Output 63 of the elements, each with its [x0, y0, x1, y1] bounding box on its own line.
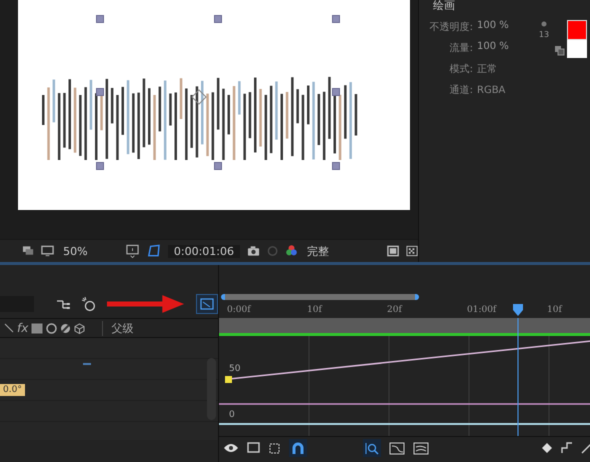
- mask-outline-icon[interactable]: [146, 243, 161, 259]
- brush-size-text: 13: [538, 30, 550, 39]
- transform-handle-icon[interactable]: [96, 14, 104, 23]
- half-circle-icon[interactable]: [60, 322, 72, 334]
- zoom-icon: [365, 442, 379, 454]
- graph-editor-button[interactable]: [196, 294, 218, 314]
- light-3d-icon[interactable]: [81, 296, 98, 312]
- ruler-label: 20f: [387, 305, 402, 315]
- camera-icon[interactable]: [247, 245, 260, 257]
- transform-handle-icon[interactable]: [214, 14, 222, 23]
- mode-dropdown[interactable]: 正常: [477, 62, 527, 76]
- window-icon[interactable]: [386, 245, 399, 257]
- snap-button[interactable]: [289, 439, 307, 457]
- fit-graph-icon[interactable]: [389, 442, 405, 454]
- transform-handle-icon[interactable]: [214, 162, 222, 170]
- color-swatch[interactable]: [567, 40, 587, 58]
- eye-icon[interactable]: [223, 442, 239, 454]
- hold-keyframe-icon[interactable]: [561, 442, 573, 454]
- transform-handle-icon[interactable]: [332, 88, 340, 96]
- motion-blur-icon[interactable]: [4, 323, 14, 333]
- opacity-label: 不透明度:: [428, 20, 473, 34]
- mode-label: 模式:: [448, 62, 473, 76]
- timecode-text[interactable]: 0:00:01:06: [168, 244, 240, 258]
- effects-column-label[interactable]: fx: [17, 321, 28, 335]
- hierarchy-icon[interactable]: [56, 298, 72, 310]
- adjustment-layer-icon[interactable]: [31, 322, 44, 334]
- magnet-icon: [292, 442, 304, 454]
- graph-editor-icon: [200, 298, 214, 310]
- ruler-label: 10f: [547, 305, 562, 315]
- transform-handle-icon[interactable]: [96, 88, 104, 96]
- fit-all-icon[interactable]: [413, 442, 429, 454]
- ruler-label: 0:00f: [227, 305, 251, 315]
- channel-label: 通道:: [448, 84, 473, 97]
- flow-value[interactable]: 100 %: [477, 41, 509, 55]
- parent-column-label: 父级: [102, 320, 134, 336]
- screen-icon[interactable]: [247, 442, 260, 454]
- channel-dropdown[interactable]: RGBA: [477, 83, 527, 97]
- brush-tip-icon[interactable]: [540, 20, 548, 28]
- transparency-grid-icon[interactable]: [406, 245, 418, 257]
- ruler-label: 01:00f: [467, 305, 496, 315]
- transform-box-icon[interactable]: [268, 442, 281, 454]
- cube-icon[interactable]: [74, 322, 86, 334]
- dash-icon: [83, 363, 91, 365]
- rotation-value[interactable]: 0.0°: [0, 384, 25, 396]
- keyframe-icon[interactable]: [541, 442, 553, 454]
- graph-value-label: 0: [229, 410, 235, 420]
- playhead-icon[interactable]: [513, 304, 523, 316]
- panel-title: 绘画: [432, 0, 456, 12]
- color-channels-icon[interactable]: [285, 244, 298, 258]
- linear-keyframe-icon[interactable]: [581, 442, 590, 454]
- auto-zoom-button[interactable]: [363, 439, 381, 457]
- region-icon[interactable]: [126, 244, 140, 258]
- graph-value-label: 50: [229, 364, 240, 374]
- color-swatch[interactable]: [567, 20, 587, 40]
- opacity-value[interactable]: 100 %: [477, 20, 509, 34]
- ruler-label: 10f: [307, 305, 322, 315]
- monitor-icon[interactable]: [22, 245, 34, 257]
- flow-label: 流量:: [448, 42, 473, 55]
- swap-colors-icon[interactable]: [555, 46, 565, 56]
- transform-handle-icon[interactable]: [332, 162, 340, 170]
- transform-handle-icon[interactable]: [332, 14, 340, 23]
- transform-handle-icon[interactable]: [96, 162, 104, 170]
- display-icon[interactable]: [41, 245, 54, 257]
